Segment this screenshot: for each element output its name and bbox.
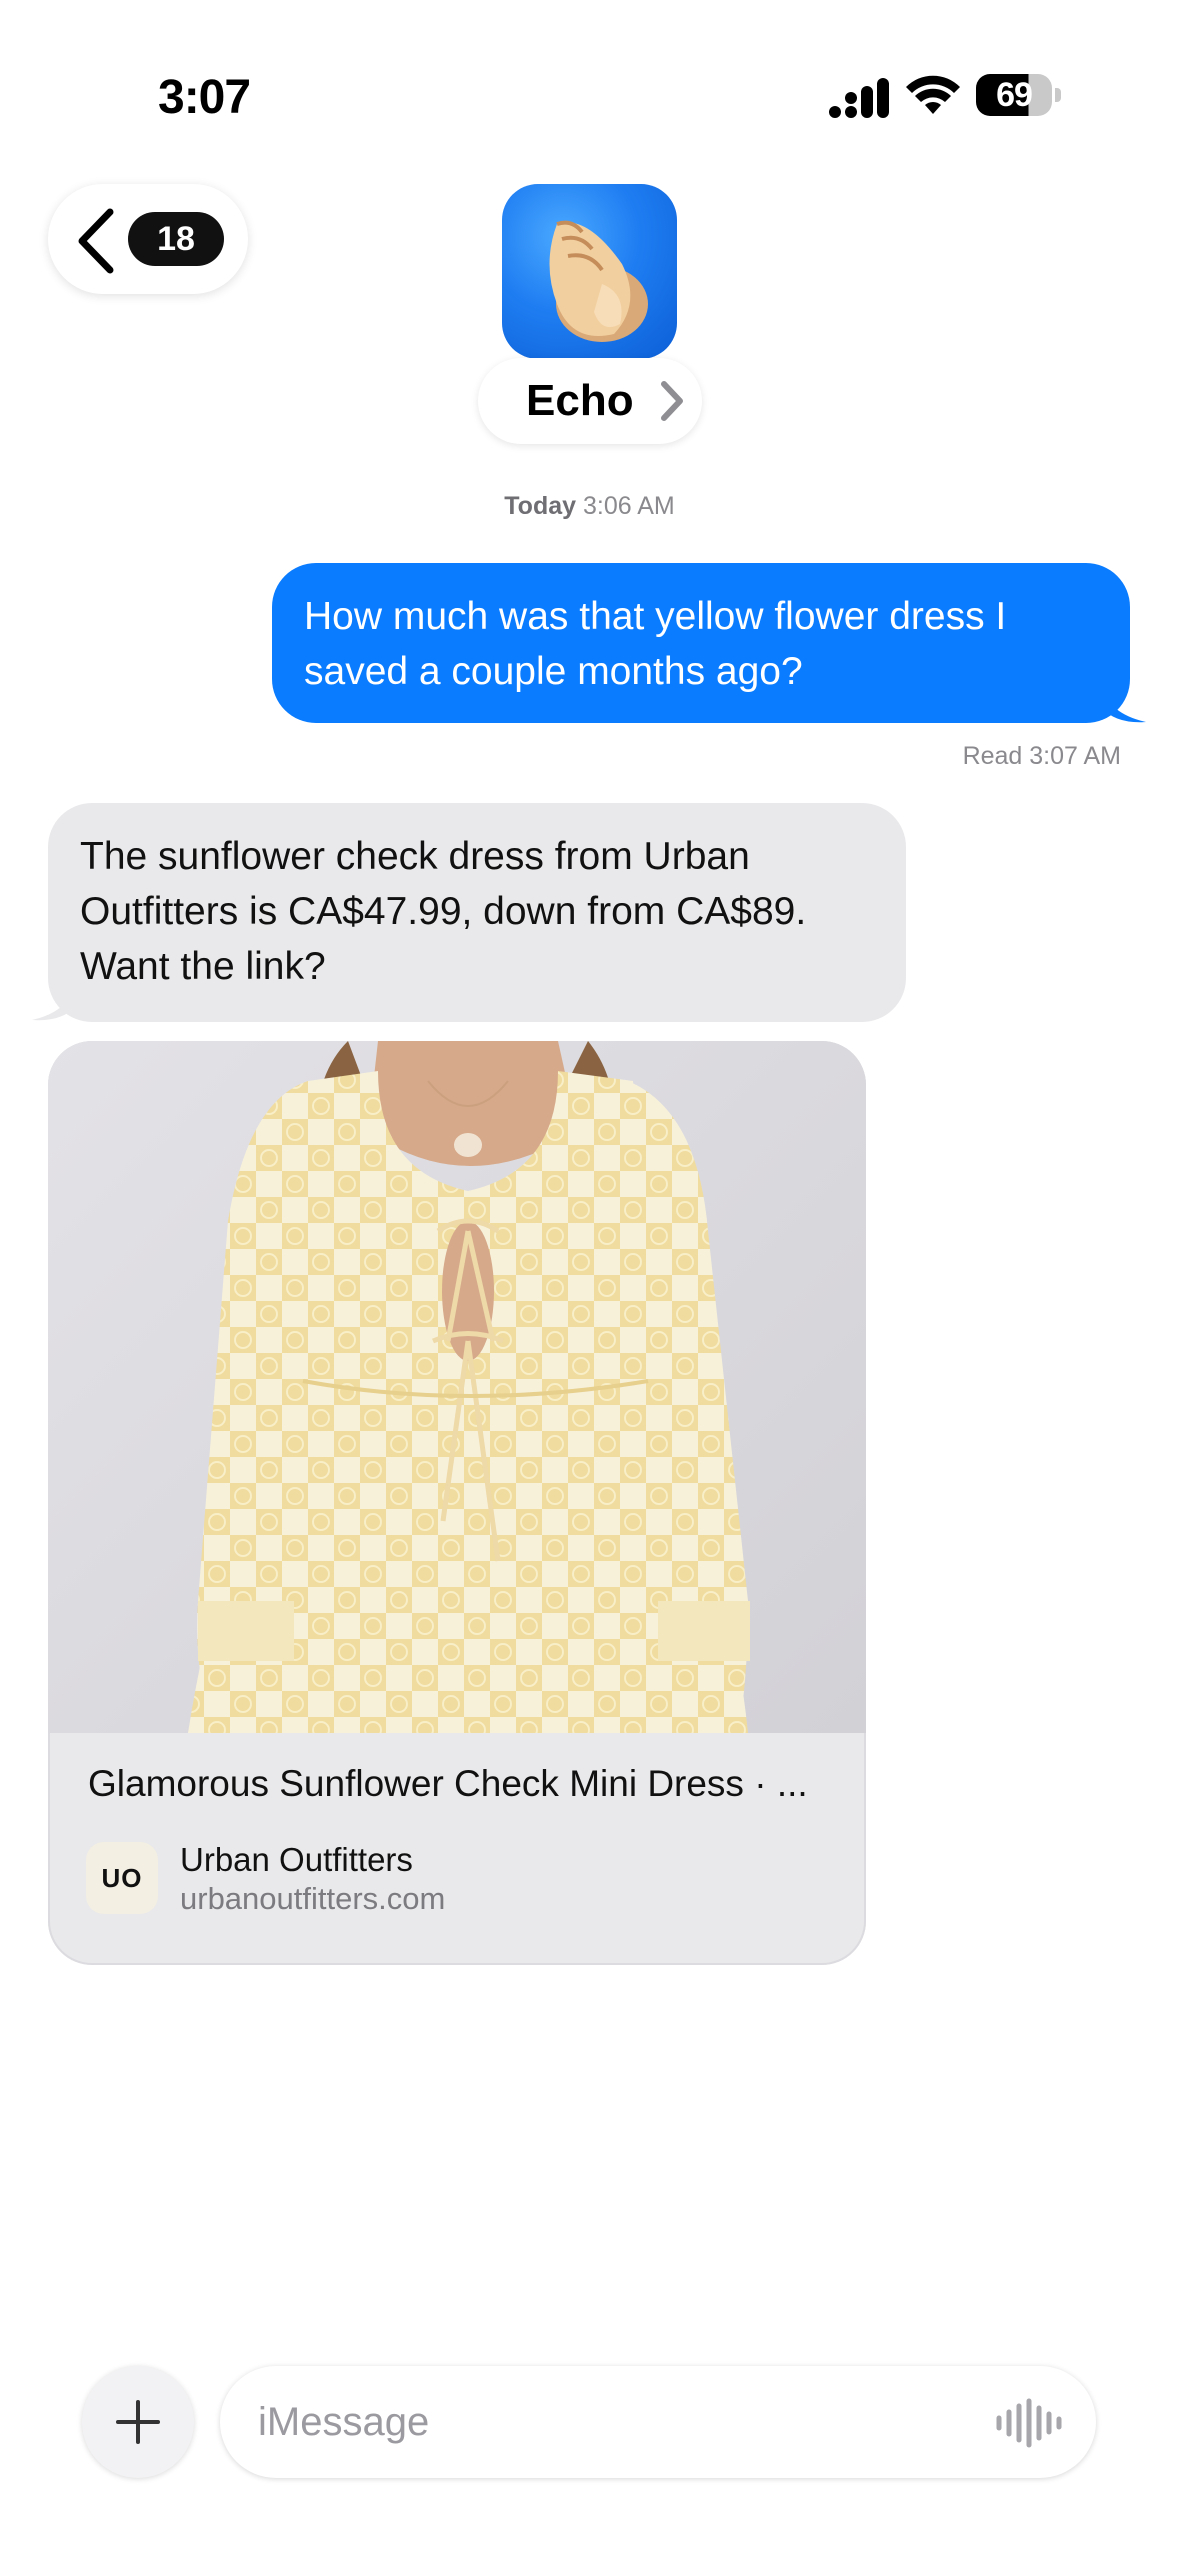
chevron-right-icon bbox=[661, 381, 683, 421]
contact-avatar[interactable] bbox=[502, 184, 677, 359]
message-input[interactable] bbox=[220, 2366, 1096, 2478]
unread-count-badge: 18 bbox=[128, 212, 224, 266]
product-image bbox=[48, 1041, 866, 1733]
wifi-icon bbox=[906, 75, 960, 114]
contact-name: Echo bbox=[526, 376, 634, 425]
add-attachment-button[interactable] bbox=[82, 2366, 194, 2478]
status-time: 3:07 bbox=[158, 71, 251, 124]
link-site-name: Urban Outfitters bbox=[180, 1841, 413, 1878]
timestamp-time: 3:06 AM bbox=[582, 492, 675, 520]
timestamp-day: Today bbox=[504, 492, 577, 520]
chevron-left-icon bbox=[78, 208, 114, 274]
battery-indicator: 69 bbox=[976, 74, 1062, 118]
conch-shell-icon bbox=[549, 220, 648, 342]
outgoing-message-bubble[interactable]: How much was that yellow flower dress I … bbox=[272, 563, 1130, 723]
link-preview-card[interactable]: Glamorous Sunflower Check Mini Dress · .… bbox=[48, 1041, 866, 1965]
link-domain: urbanoutfitters.com bbox=[180, 1881, 446, 1916]
battery-percent: 69 bbox=[996, 76, 1033, 114]
link-title: Glamorous Sunflower Check Mini Dress · .… bbox=[88, 1763, 808, 1804]
site-logo: UO bbox=[86, 1842, 158, 1914]
conversation-timestamp: Today 3:06 AM bbox=[0, 492, 1179, 521]
incoming-bubble-tail bbox=[32, 984, 76, 1021]
read-receipt: Read 3:07 AM bbox=[962, 742, 1121, 770]
plus-icon bbox=[116, 2400, 160, 2444]
incoming-message-bubble[interactable]: The sunflower check dress from Urban Out… bbox=[48, 803, 906, 1022]
contact-name-button[interactable]: Echo bbox=[478, 358, 702, 444]
dress-photo bbox=[188, 1041, 750, 1733]
back-button[interactable]: 18 bbox=[48, 184, 248, 294]
battery-nub bbox=[1055, 88, 1061, 102]
outgoing-bubble-tail bbox=[1102, 688, 1146, 723]
waveform-icon[interactable] bbox=[994, 2398, 1066, 2448]
cellular-signal-icon bbox=[829, 78, 889, 118]
